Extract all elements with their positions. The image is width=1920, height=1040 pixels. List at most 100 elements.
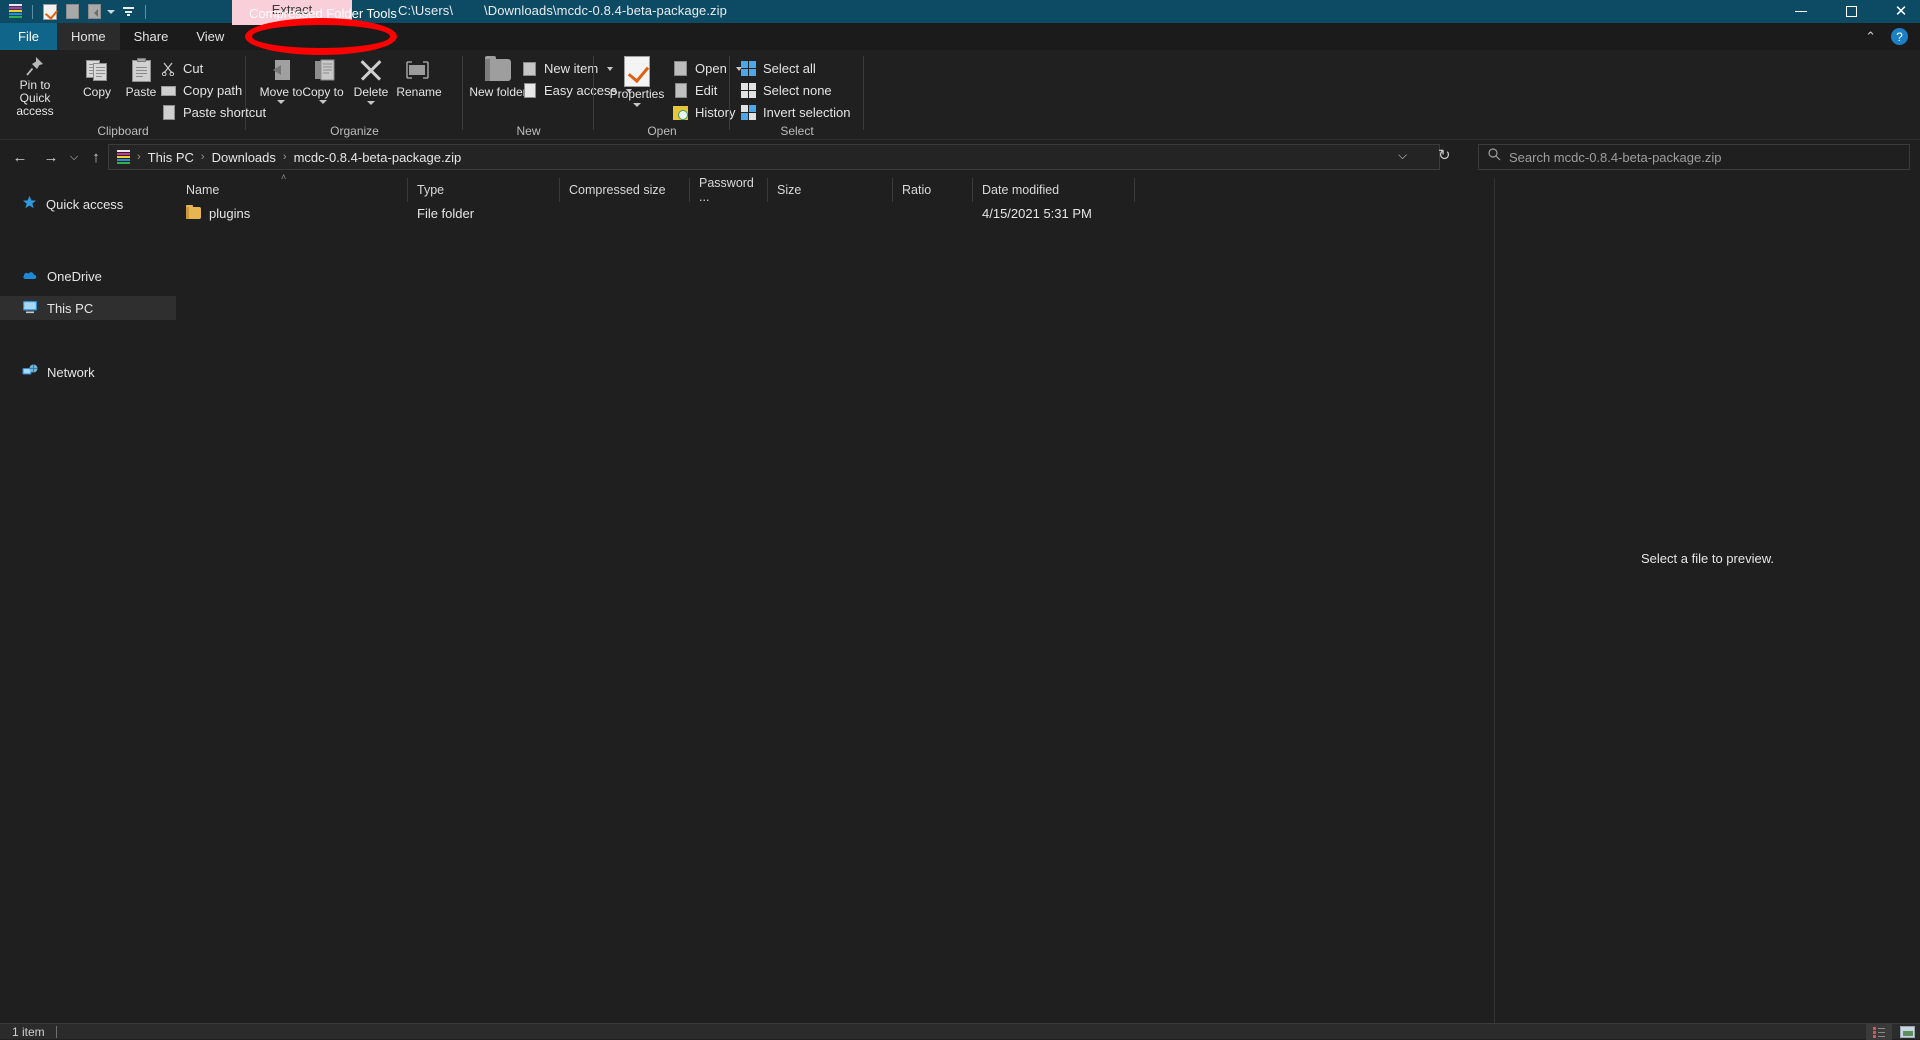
breadcrumb-separator-1: › [200, 151, 205, 163]
edit-button[interactable]: Edit [672, 80, 717, 101]
invert-selection-label: Invert selection [763, 105, 851, 120]
column-header-label: Compressed size [569, 183, 666, 197]
ribbon-group-open: Properties Open Edit History Open [594, 50, 742, 140]
cloud-icon [22, 269, 38, 284]
copy-to-caret-icon[interactable] [319, 100, 327, 104]
forward-button[interactable]: → [39, 145, 63, 169]
edit-icon [672, 82, 689, 99]
file-name-cell[interactable]: plugins [186, 205, 250, 221]
move-to-caret-icon[interactable] [277, 100, 285, 104]
new-folder-icon[interactable] [61, 1, 83, 23]
sidebar-item-network[interactable]: Network [0, 360, 176, 384]
invert-selection-button[interactable]: Invert selection [740, 102, 850, 123]
item-count-label: 1 item [12, 1025, 45, 1039]
sidebar-item-onedrive[interactable]: OneDrive [0, 264, 176, 288]
window-title-right: \Downloads\mcdc-0.8.4-beta-package.zip [484, 3, 727, 18]
breadcrumb-separator-2: › [282, 151, 287, 163]
column-header-date-modified[interactable]: Date modified [973, 178, 1135, 202]
paste-shortcut-icon [160, 104, 177, 121]
undo-dropdown-icon[interactable] [105, 1, 117, 23]
help-button[interactable]: ? [1891, 28, 1908, 45]
pin-icon [24, 54, 46, 79]
properties-icon[interactable] [39, 1, 61, 23]
navigation-pane: Quick access OneDrive This PC Network [0, 178, 176, 1023]
pin-to-quick-access-label: Pin to Quick access [16, 78, 54, 118]
column-header-compressed-size[interactable]: Compressed size [560, 178, 690, 202]
new-folder-button[interactable]: New folder [467, 54, 529, 118]
monitor-icon [22, 300, 38, 317]
rename-label: Rename [396, 85, 442, 99]
close-button[interactable]: ✕ [1878, 0, 1920, 23]
address-dropdown-button[interactable]: ⌵ [1398, 148, 1407, 163]
column-header-password[interactable]: Password ... [690, 176, 768, 204]
details-view-button[interactable] [1866, 1024, 1892, 1040]
maximize-button[interactable] [1828, 0, 1874, 23]
tab-home[interactable]: Home [56, 23, 120, 50]
ribbon: Pin to Quick access Copy Paste Cut Copy … [0, 50, 1920, 140]
star-icon [22, 195, 37, 213]
maximize-icon [1845, 6, 1857, 17]
properties-caret-icon[interactable] [633, 103, 641, 107]
cut-button[interactable]: Cut [160, 58, 203, 79]
back-button[interactable]: ← [8, 145, 32, 169]
breadcrumb[interactable]: › This PC › Downloads › mcdc-0.8.4-beta-… [108, 144, 1440, 170]
group-label-select: Select [780, 124, 814, 138]
tab-compressed-folder-tools[interactable]: Compressed Folder Tools [235, 0, 411, 27]
rename-button[interactable]: Rename [384, 54, 454, 118]
column-header-label: Name [186, 183, 220, 197]
select-none-button[interactable]: Select none [740, 80, 832, 101]
minimize-button[interactable] [1778, 0, 1824, 23]
breadcrumb-item-archive[interactable]: mcdc-0.8.4-beta-package.zip [289, 150, 467, 165]
ribbon-group-clipboard: Pin to Quick access Copy Paste Cut Copy … [0, 50, 266, 140]
move-to-icon [267, 54, 295, 86]
sidebar-item-label: Network [47, 364, 95, 380]
archive-icon[interactable] [4, 1, 26, 23]
quick-access-toolbar [0, 0, 152, 23]
search-input[interactable]: Search mcdc-0.8.4-beta-package.zip [1509, 150, 1721, 165]
easy-access-icon [521, 82, 538, 99]
column-header-label: Size [777, 183, 802, 197]
undo-icon[interactable] [83, 1, 105, 23]
details-view-icon [1872, 1026, 1886, 1038]
column-header-type[interactable]: Type [408, 178, 560, 202]
column-header-label: Type [417, 183, 445, 197]
preview-message: Select a file to preview. [1641, 551, 1774, 566]
column-header-name[interactable]: ˄ Name [177, 172, 408, 202]
history-icon [672, 104, 689, 121]
tab-view[interactable]: View [182, 23, 238, 50]
up-button[interactable]: ↑ [84, 145, 108, 169]
delete-caret-icon[interactable] [367, 101, 375, 105]
qat-divider-2 [145, 4, 146, 19]
search-box[interactable]: Search mcdc-0.8.4-beta-package.zip [1478, 144, 1910, 170]
select-all-button[interactable]: Select all [740, 58, 816, 79]
new-folder-icon [485, 54, 511, 86]
copy-path-icon [160, 82, 177, 99]
customize-qat-icon[interactable] [117, 1, 139, 23]
winrar-archive-icon [115, 149, 131, 165]
column-header-ratio[interactable]: Ratio [893, 178, 973, 202]
tab-share[interactable]: Share [120, 23, 183, 50]
refresh-button[interactable]: ↻ [1438, 146, 1451, 164]
history-button[interactable]: History [672, 102, 735, 123]
pin-to-quick-access-button[interactable]: Pin to Quick access [4, 54, 66, 118]
breadcrumb-item-this-pc[interactable]: This PC [143, 150, 199, 165]
large-icons-view-button[interactable] [1894, 1024, 1920, 1040]
breadcrumb-item-downloads[interactable]: Downloads [207, 150, 281, 165]
sidebar-item-quick-access[interactable]: Quick access [0, 192, 176, 216]
new-item-label: New item [544, 61, 599, 76]
table-row[interactable]: plugins File folder 4/15/2021 5:31 PM [177, 202, 1493, 224]
copy-path-button[interactable]: Copy path [160, 80, 242, 101]
file-type-cell: File folder [417, 205, 475, 221]
tab-file[interactable]: File [0, 23, 57, 50]
column-header-size[interactable]: Size [768, 178, 893, 202]
column-header-label: Password ... [699, 176, 754, 204]
collapse-ribbon-button[interactable]: ⌃ [1865, 29, 1876, 45]
properties-button[interactable]: Properties [602, 54, 672, 118]
folder-icon [186, 205, 201, 219]
sidebar-item-this-pc[interactable]: This PC [0, 296, 176, 320]
sidebar-item-label: This PC [47, 300, 94, 316]
minimize-icon [1795, 10, 1807, 13]
ribbon-group-organize: Move to Copy to Delete Rename Organize [246, 50, 463, 140]
select-none-label: Select none [763, 83, 832, 98]
recent-locations-button[interactable]: ⌵ [62, 145, 86, 169]
